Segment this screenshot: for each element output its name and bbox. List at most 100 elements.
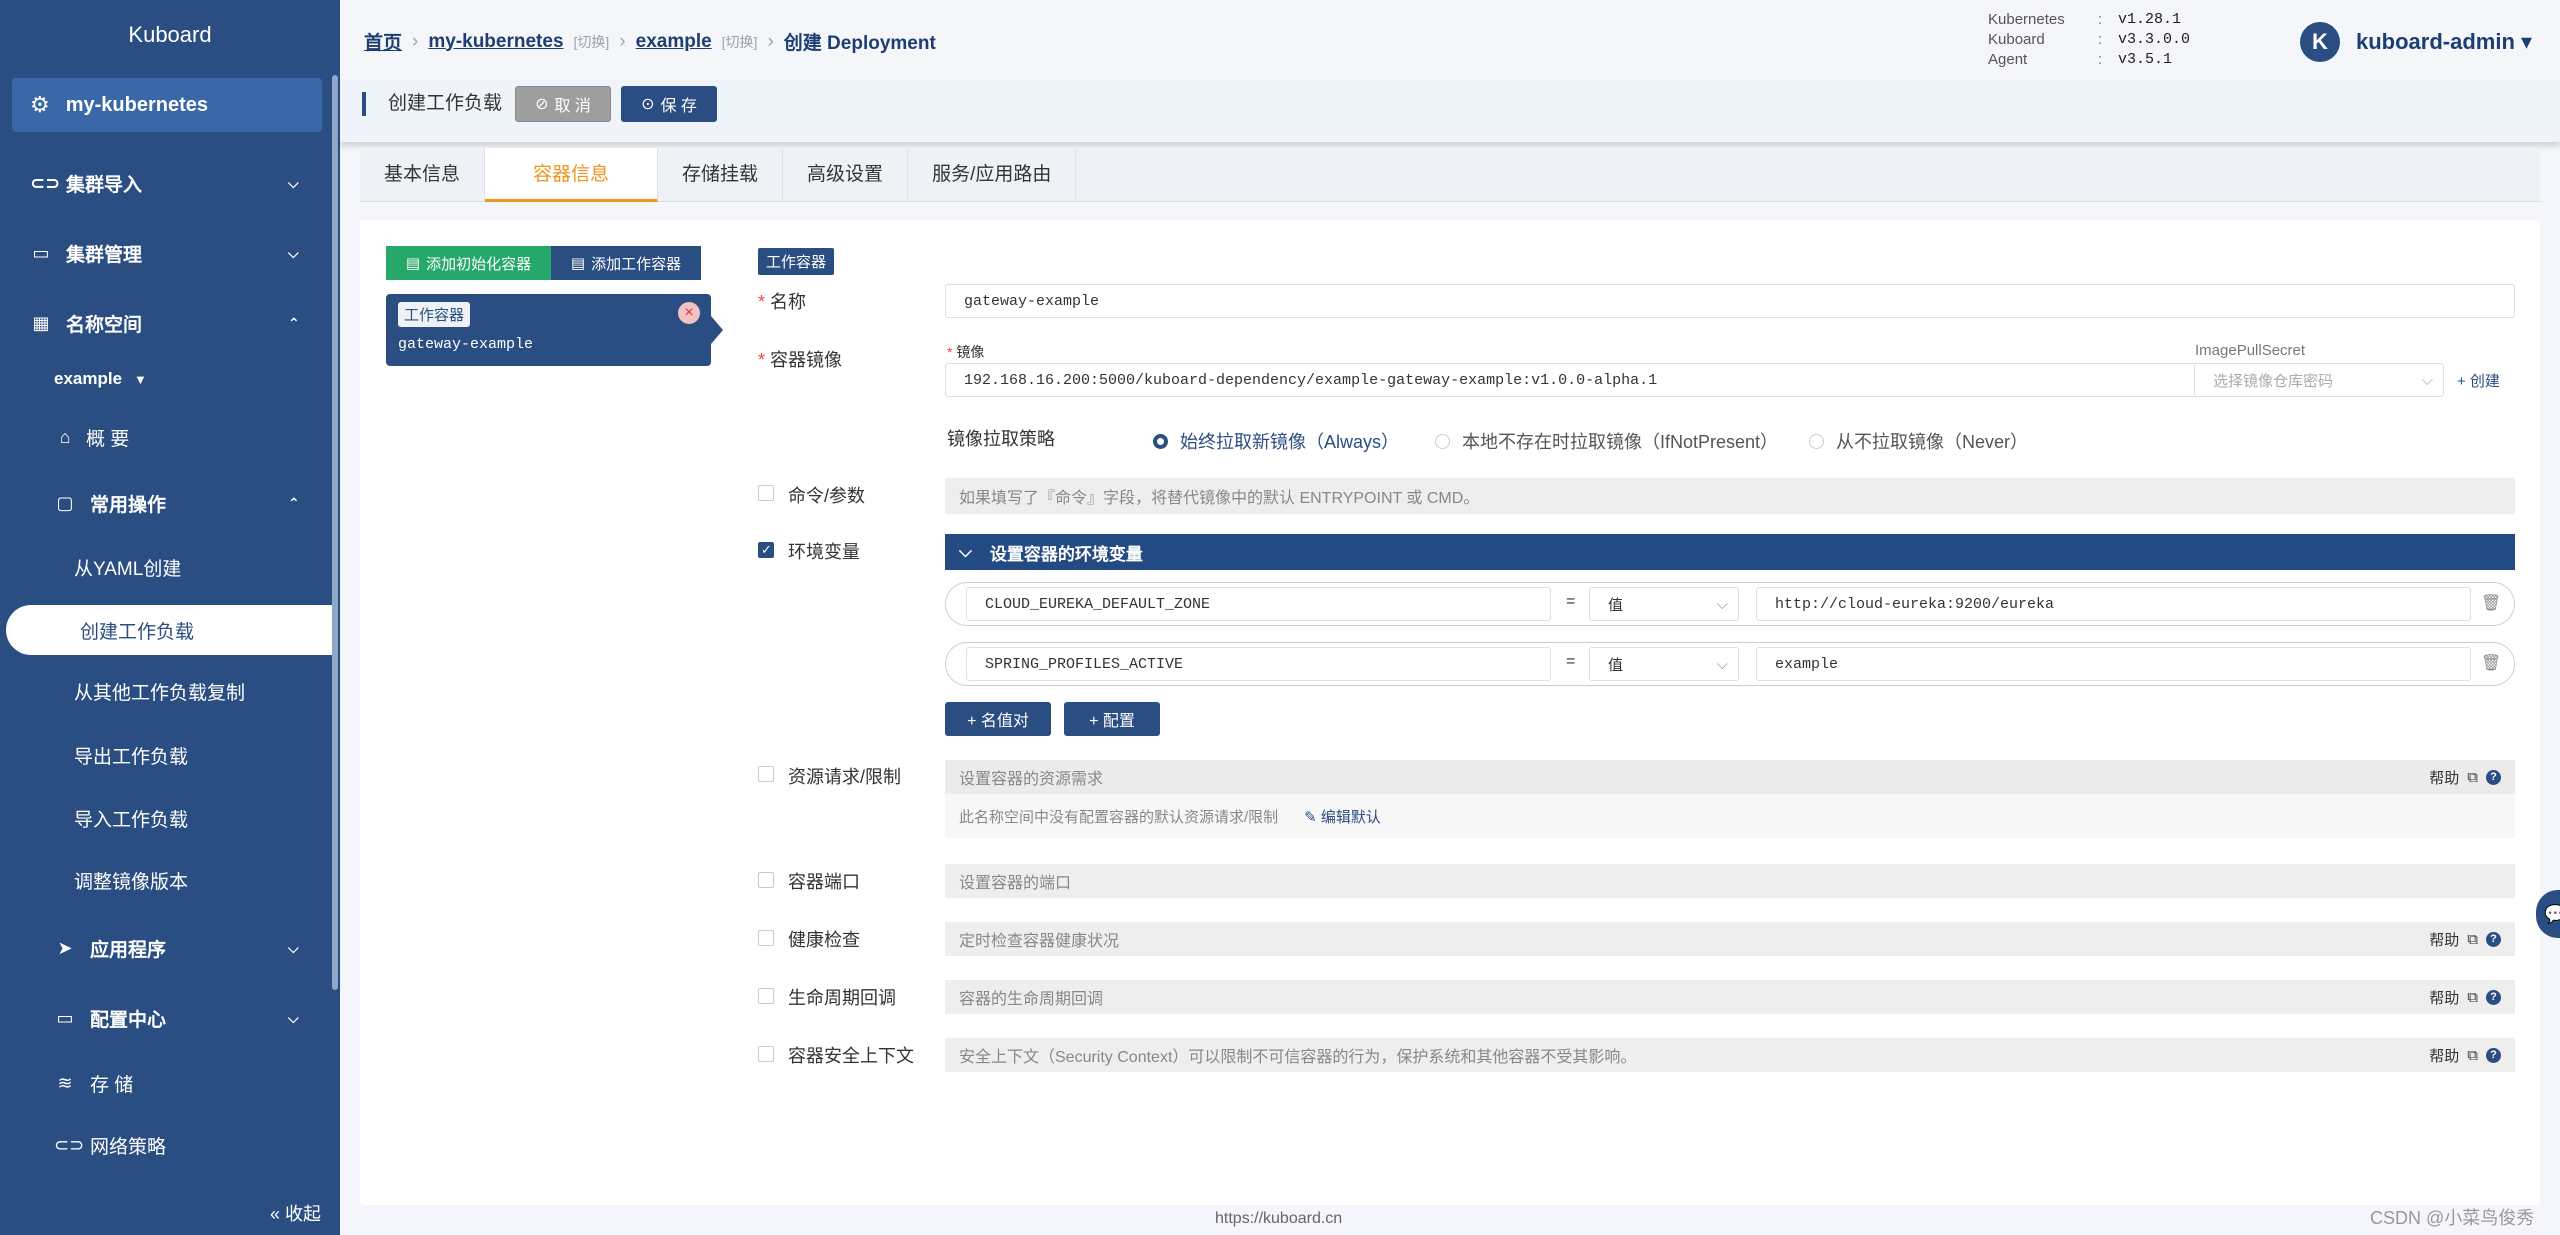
add-kv-button[interactable]: + 名值对 <box>945 702 1051 736</box>
add-init-container-button[interactable]: ▤ 添加初始化容器 <box>386 246 551 280</box>
port-label: 容器端口 <box>788 872 860 892</box>
sidebar-item-create-workload[interactable]: 创建工作负载 <box>6 605 336 655</box>
image-sublabel: 镜像 <box>947 342 984 362</box>
question-icon: ? <box>2486 931 2501 947</box>
sidebar-item-apps[interactable]: ➤ 应用程序 ⌵ <box>0 923 340 973</box>
help-link[interactable]: 帮助 ⧉? <box>2429 929 2501 950</box>
resource-hint-bar: 设置容器的资源需求 帮助 ⧉? <box>945 760 2515 794</box>
env-key-input[interactable]: SPRING_PROFILES_ACTIVE <box>966 647 1551 681</box>
sidebar-item-cluster-import[interactable]: ⊂⊃ 集群导入 ⌵ <box>0 158 340 208</box>
sidebar-item-from-yaml[interactable]: 从YAML创建 <box>0 542 340 592</box>
port-checkbox[interactable] <box>758 872 774 888</box>
name-input[interactable]: gateway-example <box>945 284 2515 318</box>
cancel-icon: ⊘ <box>535 96 549 113</box>
env-value-input[interactable]: example <box>1756 647 2471 681</box>
env-type-select[interactable]: 值 ⌵ <box>1589 647 1739 681</box>
health-label: 健康检查 <box>788 930 860 950</box>
image-label: 容器镜像 <box>758 346 842 372</box>
radio-unchecked <box>1435 433 1450 449</box>
pull-secret-select[interactable]: 选择镜像仓库密码 ⌵ <box>2194 363 2444 397</box>
env-value-input[interactable]: http://cloud-eureka:9200/eureka <box>1756 587 2471 621</box>
folder-icon: ▢ <box>56 492 74 513</box>
help-link[interactable]: 帮助 ⧉? <box>2429 1045 2501 1066</box>
help-link[interactable]: 帮助 ⧉? <box>2429 767 2501 788</box>
pull-never-radio[interactable]: 从不拉取镜像（Never） <box>1809 428 2028 454</box>
edit-default-link[interactable]: ✎ 编辑默认 <box>1304 806 1381 827</box>
radio-checked <box>1153 433 1168 449</box>
tab-basic-info[interactable]: 基本信息 <box>360 148 486 202</box>
external-link-icon: ⧉ <box>2467 1046 2478 1064</box>
question-icon: ? <box>2486 1047 2501 1063</box>
close-icon[interactable]: × <box>678 302 700 324</box>
pull-ifnotpresent-radio[interactable]: 本地不存在时拉取镜像（IfNotPresent） <box>1435 428 1778 454</box>
switch-namespace-link[interactable]: [切换] <box>722 32 758 52</box>
main-area: 首页 › my-kubernetes [切换] › example [切换] ›… <box>340 0 2560 1235</box>
pull-policy-label: 镜像拉取策略 <box>947 429 1055 449</box>
check-circle-icon: ⊙ <box>641 96 655 113</box>
grid-icon: ▦ <box>32 312 50 333</box>
page-toolbar: 创建工作负载 ⊘ 取 消 ⊙ 保 存 <box>340 80 2560 142</box>
sidebar-item-copy-workload[interactable]: 从其他工作负载复制 <box>0 666 340 716</box>
cluster-selector[interactable]: ⚙ my-kubernetes <box>12 78 322 132</box>
top-bar: 首页 › my-kubernetes [切换] › example [切换] ›… <box>340 0 2560 80</box>
cmd-checkbox[interactable] <box>758 485 774 501</box>
env-row: SPRING_PROFILES_ACTIVE = 值 ⌵ example 🗑 <box>945 642 2515 686</box>
sidebar-item-namespace[interactable]: ▦ 名称空间 ⌃ <box>0 298 340 348</box>
resource-label: 资源请求/限制 <box>788 767 902 787</box>
sidebar-item-import-workload[interactable]: 导入工作负载 <box>0 793 340 843</box>
sidebar-item-adjust-image[interactable]: 调整镜像版本 <box>0 855 340 905</box>
breadcrumb-cluster[interactable]: my-kubernetes <box>428 31 563 53</box>
container-panel: ▤ 添加初始化容器 ▤ 添加工作容器 工作容器 gateway-example × … <box>360 220 2540 1205</box>
send-icon: ➤ <box>57 937 73 958</box>
cancel-button[interactable]: ⊘ 取 消 <box>515 86 611 122</box>
env-key-input[interactable]: CLOUD_EUREKA_DEFAULT_ZONE <box>966 587 1551 621</box>
tab-advanced[interactable]: 高级设置 <box>783 148 909 202</box>
external-link-icon: ⧉ <box>2467 988 2478 1006</box>
sidebar-item-overview[interactable]: ⌂ 概 要 <box>0 412 340 462</box>
tab-container-info[interactable]: 容器信息 <box>485 148 659 202</box>
lifecycle-checkbox[interactable] <box>758 988 774 1004</box>
image-input[interactable]: 192.168.16.200:5000/kuboard-dependency/e… <box>945 363 2203 397</box>
sidebar-scrollbar[interactable] <box>332 75 338 990</box>
switch-cluster-link[interactable]: [切换] <box>574 32 610 52</box>
sidebar-item-common-ops[interactable]: ▢ 常用操作 ⌃ <box>0 478 340 528</box>
env-section-header[interactable]: ⌵ 设置容器的环境变量 <box>945 534 2515 570</box>
question-icon: ? <box>2486 989 2501 1005</box>
file-icon: ▤ <box>405 255 421 272</box>
health-checkbox[interactable] <box>758 930 774 946</box>
trash-icon[interactable]: 🗑 <box>2481 653 2501 673</box>
collapse-button[interactable]: « 收起 <box>270 1200 321 1226</box>
add-config-button[interactable]: + 配置 <box>1064 702 1160 736</box>
question-icon: ? <box>2486 769 2501 785</box>
pull-always-radio[interactable]: 始终拉取新镜像（Always） <box>1153 428 1399 454</box>
security-checkbox[interactable] <box>758 1046 774 1062</box>
sidebar-item-cluster-manage[interactable]: ▭ 集群管理 ⌵ <box>0 228 340 278</box>
save-button[interactable]: ⊙ 保 存 <box>621 86 717 122</box>
sidebar-item-export-workload[interactable]: 导出工作负载 <box>0 730 340 780</box>
env-type-select[interactable]: 值 ⌵ <box>1589 587 1739 621</box>
trash-icon[interactable]: 🗑 <box>2481 593 2501 613</box>
file-icon: ▤ <box>570 255 586 272</box>
avatar: K <box>2300 22 2340 62</box>
container-type-tag: 工作容器 <box>398 302 471 327</box>
external-link-icon: ⧉ <box>2467 930 2478 948</box>
container-card[interactable]: 工作容器 gateway-example × <box>386 294 723 366</box>
namespace-selector[interactable]: example ▼ <box>0 354 340 404</box>
breadcrumb-home[interactable]: 首页 <box>364 28 402 55</box>
env-checkbox[interactable] <box>758 542 774 558</box>
security-label: 容器安全上下文 <box>788 1046 914 1066</box>
tab-bar: 基本信息 容器信息 存储挂载 高级设置 服务/应用路由 <box>360 148 2540 202</box>
sidebar-item-config[interactable]: ▭ 配置中心 ⌵ <box>0 993 340 1043</box>
lifecycle-hint-bar: 容器的生命周期回调 帮助 ⧉? <box>945 980 2515 1014</box>
resource-checkbox[interactable] <box>758 766 774 782</box>
add-work-container-button[interactable]: ▤ 添加工作容器 <box>551 246 701 280</box>
sidebar-item-storage[interactable]: ≋ 存 储 <box>0 1058 340 1108</box>
footer-link[interactable]: https://kuboard.cn <box>1215 1210 1342 1228</box>
user-menu[interactable]: Kkuboard-admin ▾ <box>2300 22 2532 62</box>
help-link[interactable]: 帮助 ⧉? <box>2429 987 2501 1008</box>
breadcrumb-namespace[interactable]: example <box>636 31 712 53</box>
tab-storage-mount[interactable]: 存储挂载 <box>658 148 784 202</box>
sidebar-item-network-policy[interactable]: ⊂⊃ 网络策略 <box>0 1120 340 1170</box>
tab-service-route[interactable]: 服务/应用路由 <box>908 148 1077 202</box>
create-secret-link[interactable]: + 创建 <box>2457 370 2500 391</box>
